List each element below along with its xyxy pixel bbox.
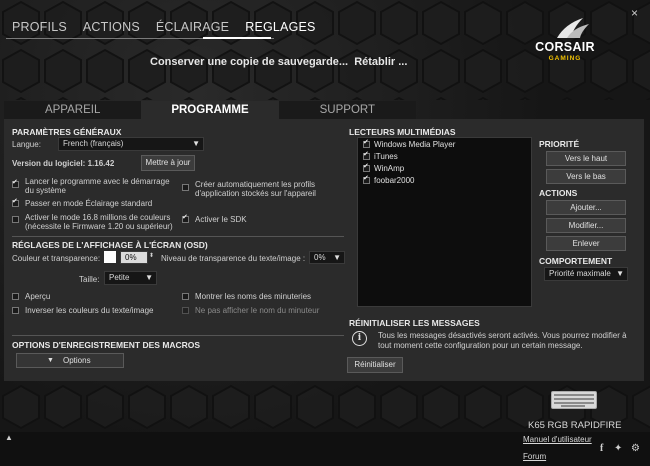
preview-label: Aperçu	[25, 292, 51, 301]
media-title: LECTEURS MULTIMÉDIAS	[349, 127, 456, 137]
tab-programme[interactable]: PROGRAMME	[141, 101, 279, 119]
sdk-checkbox[interactable]	[182, 213, 189, 223]
chevron-down-icon: ▼	[192, 139, 200, 148]
show-timers-checkbox[interactable]	[182, 293, 189, 300]
priority-title: PRIORITÉ	[539, 139, 580, 149]
preview-checkbox[interactable]	[12, 293, 19, 300]
list-item[interactable]: Windows Media Player	[374, 140, 455, 149]
tab-support[interactable]: SUPPORT	[278, 101, 416, 119]
restore-link[interactable]: Rétablir ...	[354, 56, 407, 68]
16m-colors-label: Activer le mode 16.8 millions de couleur…	[25, 213, 173, 231]
remove-button[interactable]: Enlever	[546, 236, 626, 251]
settings-tabs: APPAREIL PROGRAMME SUPPORT	[4, 101, 416, 119]
osd-title: RÉGLAGES DE L'AFFICHAGE À L'ÉCRAN (OSD)	[12, 240, 208, 250]
close-button[interactable]: ×	[631, 6, 638, 20]
text-transparency-select[interactable]: 0% ▼	[309, 251, 345, 264]
player-checkbox[interactable]	[363, 138, 370, 148]
user-manual-link[interactable]: Manuel d'utilisateur	[523, 435, 592, 444]
divider	[12, 335, 344, 336]
reset-title: RÉINITIALISER LES MESSAGES	[349, 318, 480, 328]
invert-colors-label: Inverser les couleurs du texte/image	[25, 306, 154, 315]
list-item[interactable]: iTunes	[374, 152, 398, 161]
standard-lighting-checkbox[interactable]	[12, 197, 19, 207]
sails-icon	[557, 18, 589, 38]
language-select[interactable]: French (français) ▼	[58, 137, 204, 151]
actions-title: ACTIONS	[539, 188, 578, 198]
macro-options-label: Options	[63, 356, 91, 365]
update-button[interactable]: Mettre à jour	[141, 155, 195, 171]
sdk-label: Activer le SDK	[195, 215, 247, 224]
logo-sub: GAMING	[548, 55, 582, 62]
startup-checkbox[interactable]	[12, 178, 19, 188]
hide-timer-label: Ne pas afficher le nom du minuteur	[195, 306, 320, 315]
size-value: Petite	[109, 273, 130, 282]
size-select[interactable]: Petite ▼	[104, 271, 157, 285]
save-copy-link[interactable]: Conserver une copie de sauvegarde...	[150, 56, 348, 68]
macro-options-button[interactable]: ▼ Options	[16, 353, 124, 368]
color-transparency-value: 0%	[125, 253, 137, 262]
facebook-icon[interactable]: f	[600, 443, 603, 454]
nav-active-indicator	[203, 37, 271, 39]
chevron-down-icon: ▼	[616, 269, 624, 278]
macros-title: OPTIONS D'ENREGISTREMENT DES MACROS	[12, 340, 201, 350]
nav-actions[interactable]: ACTIONS	[83, 20, 140, 40]
forum-link[interactable]: Forum	[523, 452, 546, 461]
hide-timer-checkbox[interactable]	[182, 307, 189, 314]
media-players-list[interactable]: Windows Media Player iTunes WinAmp fooba…	[357, 137, 532, 307]
spinner-icon[interactable]: ⬍	[149, 252, 154, 259]
startup-label: Lancer le programme avec le démarrage du…	[25, 177, 170, 195]
device-name: K65 RGB RAPIDFIRE	[528, 420, 622, 431]
edit-button[interactable]: Modifier...	[546, 218, 626, 233]
language-value: French (français)	[63, 139, 124, 148]
player-checkbox[interactable]	[363, 150, 370, 160]
keyboard-icon[interactable]	[551, 391, 597, 409]
chevron-down-icon: ▼	[145, 273, 153, 282]
move-up-button[interactable]: Vers le haut	[546, 151, 626, 166]
auto-profiles-label: Créer automatiquement les profils d'appl…	[195, 180, 316, 198]
tab-appareil[interactable]: APPAREIL	[4, 101, 142, 119]
text-transparency-label: Niveau de transparence du texte/image :	[161, 254, 306, 263]
list-item[interactable]: foobar2000	[374, 176, 414, 185]
software-version: Version du logiciel: 1.16.42	[12, 159, 115, 168]
color-transparency-label: Couleur et transparence:	[12, 254, 101, 263]
behavior-value: Priorité maximale	[549, 269, 611, 278]
player-checkbox[interactable]	[363, 162, 370, 172]
nav-profils[interactable]: PROFILS	[12, 20, 67, 40]
reset-button[interactable]: Réinitialiser	[347, 357, 403, 373]
logo-word: CORSAIR	[535, 40, 595, 54]
standard-lighting-label: Passer en mode Éclairage standard	[25, 199, 153, 208]
behavior-select[interactable]: Priorité maximale ▼	[544, 267, 628, 281]
move-down-button[interactable]: Vers le bas	[546, 169, 626, 184]
info-icon: i	[352, 331, 367, 346]
language-label: Langue:	[12, 140, 41, 149]
add-button[interactable]: Ajouter...	[546, 200, 626, 215]
behavior-title: COMPORTEMENT	[539, 256, 613, 266]
twitter-icon[interactable]: ✦	[614, 443, 622, 454]
16m-colors-checkbox[interactable]	[12, 216, 19, 223]
divider	[12, 236, 344, 237]
chevron-down-icon: ▼	[47, 357, 54, 364]
general-title: PARAMÈTRES GÉNÉRAUX	[12, 127, 122, 137]
size-label: Taille:	[79, 275, 100, 284]
backup-actions: Conserver une copie de sauvegarde... Rét…	[150, 56, 407, 68]
color-transparency-input[interactable]: 0%	[120, 251, 148, 264]
color-swatch[interactable]	[104, 251, 116, 263]
corsair-logo: CORSAIR GAMING	[525, 16, 605, 72]
auto-profiles-checkbox[interactable]	[182, 184, 189, 191]
reset-description: Tous les messages désactivés seront acti…	[378, 331, 627, 350]
collapse-icon[interactable]: ▲	[5, 433, 13, 442]
chevron-down-icon: ▼	[333, 253, 341, 262]
show-timers-label: Montrer les noms des minuteries	[195, 292, 312, 301]
settings-icon[interactable]: ⚙	[631, 443, 640, 454]
list-item[interactable]: WinAmp	[374, 164, 404, 173]
text-transparency-value: 0%	[314, 253, 326, 262]
invert-colors-checkbox[interactable]	[12, 307, 19, 314]
player-checkbox[interactable]	[363, 174, 370, 184]
